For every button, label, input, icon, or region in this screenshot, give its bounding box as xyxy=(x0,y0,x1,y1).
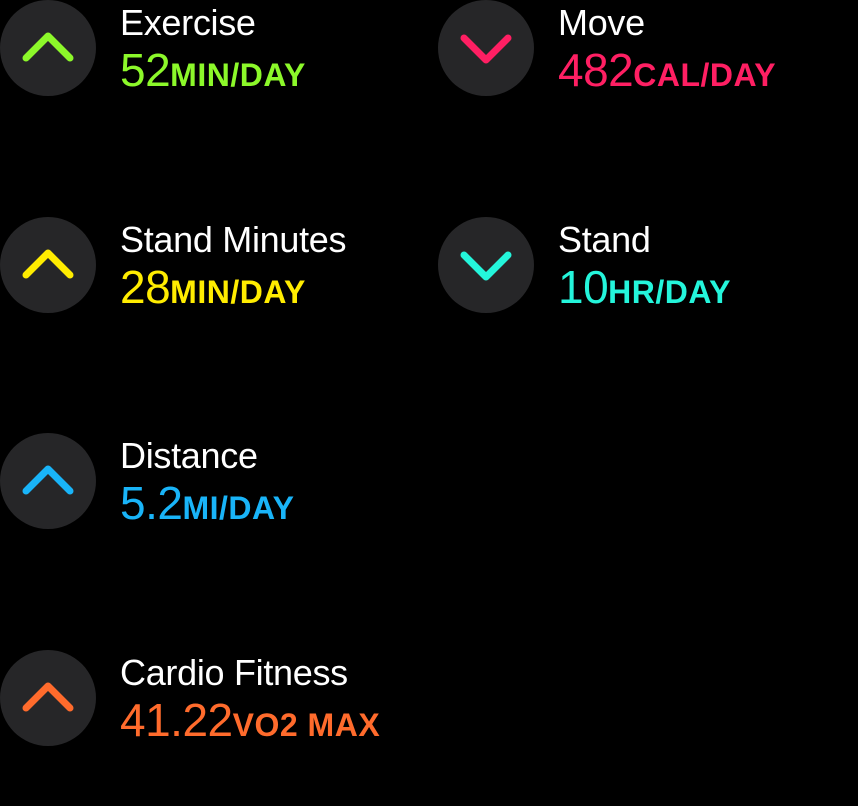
trend-stand-minutes[interactable]: Stand Minutes 28MIN/DAY xyxy=(0,217,420,317)
trend-unit: MI/DAY xyxy=(182,490,295,526)
trend-number: 10 xyxy=(558,261,609,313)
trend-distance[interactable]: Distance 5.2MI/DAY xyxy=(0,433,420,533)
trend-value: 5.2MI/DAY xyxy=(120,477,295,541)
trend-move[interactable]: Move 482CAL/DAY xyxy=(438,0,858,100)
trend-unit: MIN/DAY xyxy=(170,57,306,93)
chevron-down-icon xyxy=(438,0,534,96)
chevron-down-icon xyxy=(438,217,534,313)
trend-value: 482CAL/DAY xyxy=(558,44,776,108)
trend-stand[interactable]: Stand 10HR/DAY xyxy=(438,217,858,317)
trend-value: 52MIN/DAY xyxy=(120,44,306,108)
trend-unit: CAL/DAY xyxy=(633,57,777,93)
chevron-up-icon xyxy=(0,650,96,746)
trend-number: 41.22 xyxy=(120,694,233,746)
trend-title: Stand Minutes xyxy=(120,219,347,260)
trend-cardio-fitness[interactable]: Cardio Fitness 41.22VO2 MAX xyxy=(0,650,440,750)
trend-number: 28 xyxy=(120,261,171,313)
trend-exercise[interactable]: Exercise 52MIN/DAY xyxy=(0,0,420,100)
chevron-up-icon xyxy=(0,433,96,529)
chevron-up-icon xyxy=(0,217,96,313)
trend-title: Cardio Fitness xyxy=(120,652,348,693)
trend-title: Exercise xyxy=(120,2,256,43)
trend-title: Distance xyxy=(120,435,258,476)
trend-title: Stand xyxy=(558,219,651,260)
trend-title: Move xyxy=(558,2,645,43)
trend-number: 52 xyxy=(120,44,171,96)
trend-value: 41.22VO2 MAX xyxy=(120,694,380,758)
trend-value: 28MIN/DAY xyxy=(120,261,306,325)
chevron-up-icon xyxy=(0,0,96,96)
trend-unit: MIN/DAY xyxy=(170,274,306,310)
trend-number: 5.2 xyxy=(120,477,183,529)
trend-unit: VO2 MAX xyxy=(232,707,381,743)
trend-unit: HR/DAY xyxy=(608,274,731,310)
trend-value: 10HR/DAY xyxy=(558,261,731,325)
trend-number: 482 xyxy=(558,44,634,96)
